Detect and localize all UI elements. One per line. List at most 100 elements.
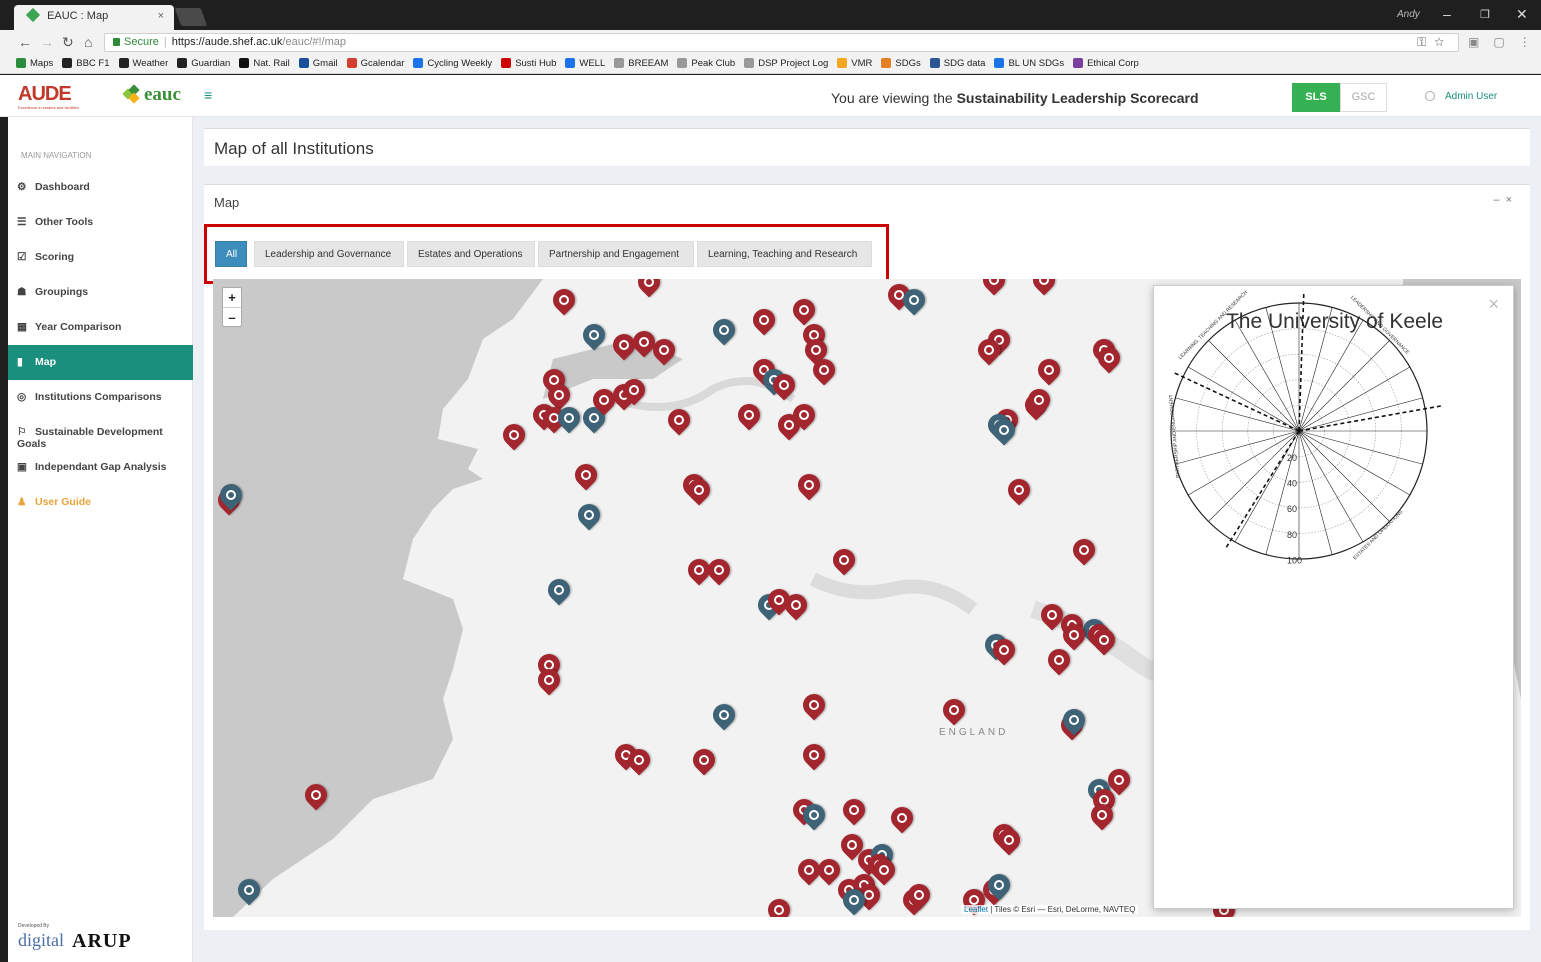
- sidebar-item-map[interactable]: ▮ Map: [8, 345, 193, 380]
- bookmark-favicon-icon: [346, 58, 357, 68]
- content-area: Map of all Institutions Map –× All Leader…: [193, 117, 1541, 962]
- zoom-out-button[interactable]: –: [223, 307, 241, 326]
- radar-spoke: [1265, 307, 1300, 432]
- bookmark-item[interactable]: Gcalendar: [346, 58, 405, 69]
- filter-partnership-and-engagement-button[interactable]: Partnership and Engagement: [538, 241, 694, 267]
- radar-spoke: [1175, 397, 1300, 432]
- browser-tab[interactable]: EAUC : Map ×: [14, 5, 174, 30]
- secure-label: Secure: [124, 36, 159, 48]
- zoom-in-button[interactable]: +: [223, 288, 241, 307]
- sidebar-item-label: Independant Gap Analysis: [35, 461, 167, 473]
- key-icon[interactable]: ⚿: [1417, 35, 1434, 49]
- bookmark-item[interactable]: Gmail: [298, 58, 338, 69]
- radar-spoke: [1298, 319, 1364, 432]
- viewing-prefix: You are viewing the: [831, 90, 957, 106]
- panel-tools: –×: [1493, 194, 1518, 206]
- radar-chart: 20 40 60 80 100 LEADERSHIP AND GOVERNANCE ESTA…: [1168, 289, 1442, 565]
- bookmark-item[interactable]: BL UN SDGs: [994, 58, 1064, 69]
- window-close-icon[interactable]: ✕: [1516, 6, 1528, 23]
- filter-learning-teaching-and-research-button[interactable]: Learning, Teaching and Research: [697, 241, 872, 267]
- radar-tick-label: 60: [1287, 504, 1297, 514]
- sidebar-item-other-tools[interactable]: ☰ Other Tools: [8, 205, 193, 240]
- filter-estates-and-operations-button[interactable]: Estates and Operations: [407, 241, 535, 267]
- bookmark-label: SDG data: [943, 58, 986, 69]
- sidebar-item-groupings[interactable]: ☗ Groupings: [8, 275, 193, 310]
- bookmark-item[interactable]: Guardian: [177, 58, 230, 69]
- institutions-comparisons-icon: ◎: [17, 391, 27, 403]
- bookmark-item[interactable]: Maps: [16, 58, 53, 69]
- menu-dots-icon[interactable]: ⋮: [1519, 35, 1541, 49]
- bookmark-favicon-icon: [16, 58, 26, 68]
- filter-all-button[interactable]: All: [215, 241, 247, 267]
- reload-icon[interactable]: ↻: [62, 34, 74, 51]
- radar-category-label: ESTATES AND OPERATIONS: [1352, 509, 1404, 561]
- sidebar-item-dashboard[interactable]: ⚙ Dashboard: [8, 170, 193, 205]
- minimize-icon[interactable]: –: [1443, 6, 1451, 22]
- radar-category-label: PARTNERSHIP AND ENGAGEMENT: [1168, 394, 1181, 478]
- bookmark-item[interactable]: SDGs: [881, 58, 921, 69]
- filter-leadership-and-governance-button[interactable]: Leadership and Governance: [254, 241, 404, 267]
- eauc-logo[interactable]: eauc: [144, 84, 181, 106]
- bookmark-item[interactable]: VMR: [837, 58, 872, 69]
- leaflet-link[interactable]: Leaflet: [964, 905, 988, 914]
- radar-tick-label: 100: [1287, 555, 1302, 565]
- arup-logo: ARUP: [72, 930, 132, 952]
- map-region-label: ENGLAND: [939, 727, 1009, 738]
- forward-arrow-icon[interactable]: →: [40, 34, 54, 50]
- sidebar-item-institutions-comparisons[interactable]: ◎ Institutions Comparisons: [8, 380, 193, 415]
- hamburger-menu-icon[interactable]: ≡: [204, 87, 212, 103]
- star-icon[interactable]: ☆: [1434, 35, 1452, 49]
- sidebar-item-label: Other Tools: [35, 216, 94, 228]
- bookmark-item[interactable]: WELL: [565, 58, 605, 69]
- bookmark-item[interactable]: Nat. Rail: [239, 58, 290, 69]
- gsc-button[interactable]: GSC: [1340, 83, 1387, 112]
- sidebar-item-scoring[interactable]: ☑ Scoring: [8, 240, 193, 275]
- page-title: Map of all Institutions: [214, 139, 374, 158]
- bookmark-label: BREEAM: [628, 58, 669, 69]
- bookmark-favicon-icon: [239, 58, 250, 68]
- restore-icon[interactable]: ❐: [1480, 8, 1490, 21]
- user-guide-icon: ♟: [17, 496, 27, 508]
- bookmark-item[interactable]: Weather: [118, 58, 169, 69]
- window-user-name[interactable]: Andy: [1397, 9, 1420, 20]
- bookmark-item[interactable]: Ethical Corp: [1073, 58, 1139, 69]
- sidebar-item-year-comparison[interactable]: ▦ Year Comparison: [8, 310, 193, 345]
- bookmark-label: BL UN SDGs: [1008, 58, 1065, 69]
- sls-button[interactable]: SLS: [1292, 83, 1340, 112]
- bookmark-item[interactable]: SDG data: [929, 58, 986, 69]
- bookmark-item[interactable]: Peak Club: [677, 58, 735, 69]
- bookmark-label: Ethical Corp: [1087, 58, 1139, 69]
- radar-tick-label: 20: [1287, 453, 1297, 463]
- sidebar-item-label: Groupings: [35, 286, 89, 298]
- new-tab-button[interactable]: [174, 8, 208, 26]
- remove-icon[interactable]: ×: [1506, 194, 1518, 206]
- bookmark-label: Weather: [132, 58, 169, 69]
- user-menu[interactable]: Admin User: [1425, 91, 1497, 102]
- radar-spoke: [1298, 307, 1333, 432]
- bookmark-favicon-icon: [298, 58, 309, 68]
- aude-logo[interactable]: AUDE: [18, 83, 72, 106]
- sidebar-item-independant-gap-analysis[interactable]: ▣ Independant Gap Analysis: [8, 450, 193, 485]
- address-bar[interactable]: Secure | https://aude.shef.ac.uk/eauc/#!/m…: [104, 33, 1459, 52]
- home-icon[interactable]: ⌂: [84, 34, 92, 50]
- institutions-map[interactable]: + – ENGLAND Leaflet | Tiles © Esri — Esr…: [213, 279, 1521, 917]
- bookmark-item[interactable]: DSP Project Log: [744, 58, 828, 69]
- sidebar-item-user-guide[interactable]: ♟ User Guide: [8, 485, 193, 520]
- back-arrow-icon[interactable]: ←: [18, 34, 32, 50]
- sidebar-item-sustainable-development-goals[interactable]: ⚐ Sustainable Development Goals: [8, 415, 193, 450]
- app-header: AUDE Excellence in estates and facilitie…: [0, 75, 1541, 117]
- zoom-control: + –: [222, 287, 242, 327]
- bookmark-item[interactable]: BREEAM: [614, 58, 668, 69]
- extension-2-icon[interactable]: ▢: [1493, 35, 1518, 49]
- collapse-icon[interactable]: –: [1493, 194, 1505, 206]
- extension-1-icon[interactable]: ▣: [1468, 35, 1493, 49]
- bookmark-label: Gcalendar: [360, 58, 405, 69]
- browser-toolbar: ← → ↻ ⌂ Secure | https://aude.shef.ac.uk/e…: [0, 30, 1541, 55]
- bookmark-item[interactable]: BBC F1: [62, 58, 110, 69]
- radar-tick-label: 40: [1287, 479, 1297, 489]
- bookmark-item[interactable]: Susti Hub: [501, 58, 556, 69]
- tab-close-icon[interactable]: ×: [158, 10, 164, 22]
- map-panel-title: Map: [214, 195, 240, 210]
- bookmark-item[interactable]: Cycling Weekly: [413, 58, 492, 69]
- bookmark-favicon-icon: [614, 58, 625, 68]
